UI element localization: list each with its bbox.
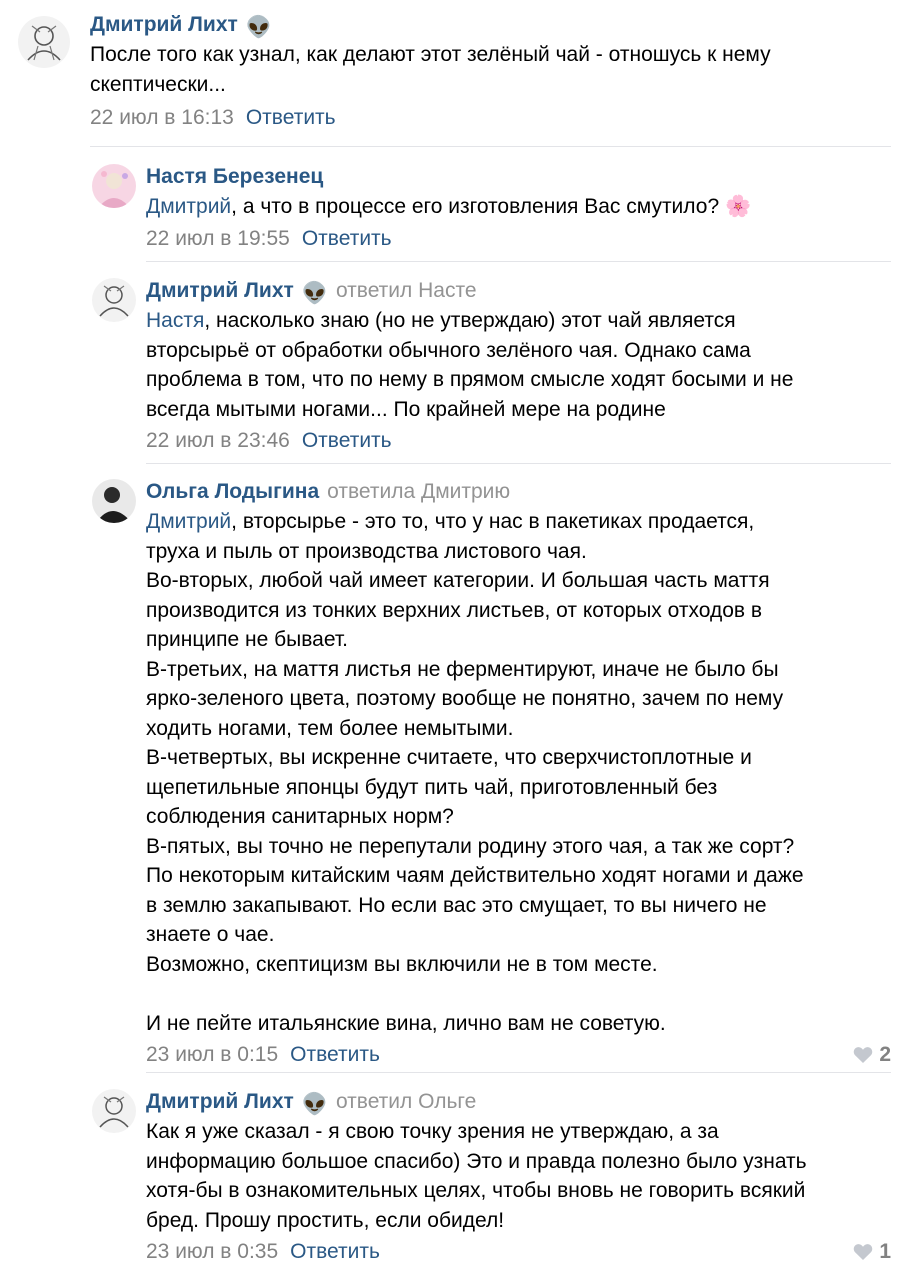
avatar[interactable] [92, 479, 136, 523]
reply-to-label[interactable]: ответил Насте [336, 279, 477, 302]
comment-header: Ольга Лодыгина ответила Дмитрию [146, 477, 891, 507]
comment-date[interactable]: 22 июл в 23:46 [146, 429, 290, 452]
author-name[interactable]: Ольга Лодыгина [146, 480, 319, 503]
comment-meta: 22 июл в 16:13 Ответить [90, 103, 891, 133]
sketch-avatar-icon [18, 16, 70, 68]
comment-header: Дмитрий Лихт 👽 [90, 10, 891, 40]
like-count: 1 [879, 1240, 891, 1263]
comment-header: Настя Березенец [146, 162, 891, 192]
author-name[interactable]: Дмитрий Лихт [90, 13, 238, 36]
comment-meta: 23 июл в 0:15 Ответить 2 [146, 1040, 891, 1070]
comment-thread: Дмитрий Лихт 👽 После того как узнал, как … [0, 0, 921, 1280]
comment-date[interactable]: 23 июл в 0:35 [146, 1240, 278, 1263]
comment-meta: 23 июл в 0:35 Ответить 1 [146, 1237, 891, 1267]
reply-button[interactable]: Ответить [290, 1043, 380, 1066]
like-button[interactable]: 2 [853, 1040, 891, 1070]
comment-date[interactable]: 22 июл в 16:13 [90, 106, 234, 129]
comment-meta: 22 июл в 19:55 Ответить [146, 224, 891, 254]
divider [146, 463, 891, 464]
photo-avatar-icon [92, 164, 136, 208]
author-name[interactable]: Дмитрий Лихт [146, 279, 294, 302]
comment-text-body: , а что в процессе его изготовления Вас … [231, 195, 752, 218]
sketch-avatar-icon [92, 1089, 136, 1133]
reply-button[interactable]: Ответить [302, 429, 392, 452]
comment-text: Как я уже сказал - я свою точку зрения н… [146, 1120, 807, 1232]
author-name[interactable]: Дмитрий Лихт [146, 1090, 294, 1113]
mention-link[interactable]: Дмитрий [146, 195, 231, 218]
comment-date[interactable]: 22 июл в 19:55 [146, 227, 290, 250]
comment-date[interactable]: 23 июл в 0:15 [146, 1043, 278, 1066]
avatar[interactable] [18, 16, 70, 68]
comment-text: Дмитрий, а что в процессе его изготовлен… [146, 192, 891, 222]
divider [146, 261, 891, 262]
divider [90, 146, 891, 147]
comment-meta: 22 июл в 23:46 Ответить [146, 426, 891, 456]
reply-to-label[interactable]: ответила Дмитрию [327, 480, 510, 503]
comment-text: Дмитрий, вторсырье - это то, что у нас в… [146, 507, 891, 1038]
sketch-avatar-icon [92, 278, 136, 322]
comment-text: После того как узнал, как делают этот зе… [90, 43, 771, 96]
author-name[interactable]: Настя Березенец [146, 165, 323, 188]
like-count: 2 [879, 1043, 891, 1066]
comment-text-body: , насколько знаю (но не утверждаю) этот … [146, 309, 794, 421]
avatar[interactable] [92, 278, 136, 322]
alien-emoji: 👽 [301, 1093, 328, 1116]
avatar[interactable] [92, 164, 136, 208]
comment-text: Настя, насколько знаю (но не утверждаю) … [146, 306, 891, 424]
heart-icon [854, 1244, 873, 1260]
comment-text-body: , вторсырье - это то, что у нас в пакети… [146, 510, 804, 1035]
like-button[interactable]: 1 [853, 1237, 891, 1267]
alien-emoji: 👽 [301, 282, 328, 305]
reply-button[interactable]: Ответить [246, 106, 336, 129]
photo-avatar-icon [92, 479, 136, 523]
comment-header: Дмитрий Лихт 👽 ответил Ольге [146, 1087, 891, 1117]
mention-link[interactable]: Дмитрий [146, 510, 231, 533]
heart-icon [854, 1047, 873, 1063]
mention-link[interactable]: Настя [146, 309, 204, 332]
reply-button[interactable]: Ответить [290, 1240, 380, 1263]
alien-emoji: 👽 [245, 16, 272, 39]
comment-header: Дмитрий Лихт 👽 ответил Насте [146, 276, 891, 306]
avatar[interactable] [92, 1089, 136, 1133]
reply-to-label[interactable]: ответил Ольге [336, 1090, 476, 1113]
divider [146, 1072, 891, 1073]
reply-button[interactable]: Ответить [302, 227, 392, 250]
